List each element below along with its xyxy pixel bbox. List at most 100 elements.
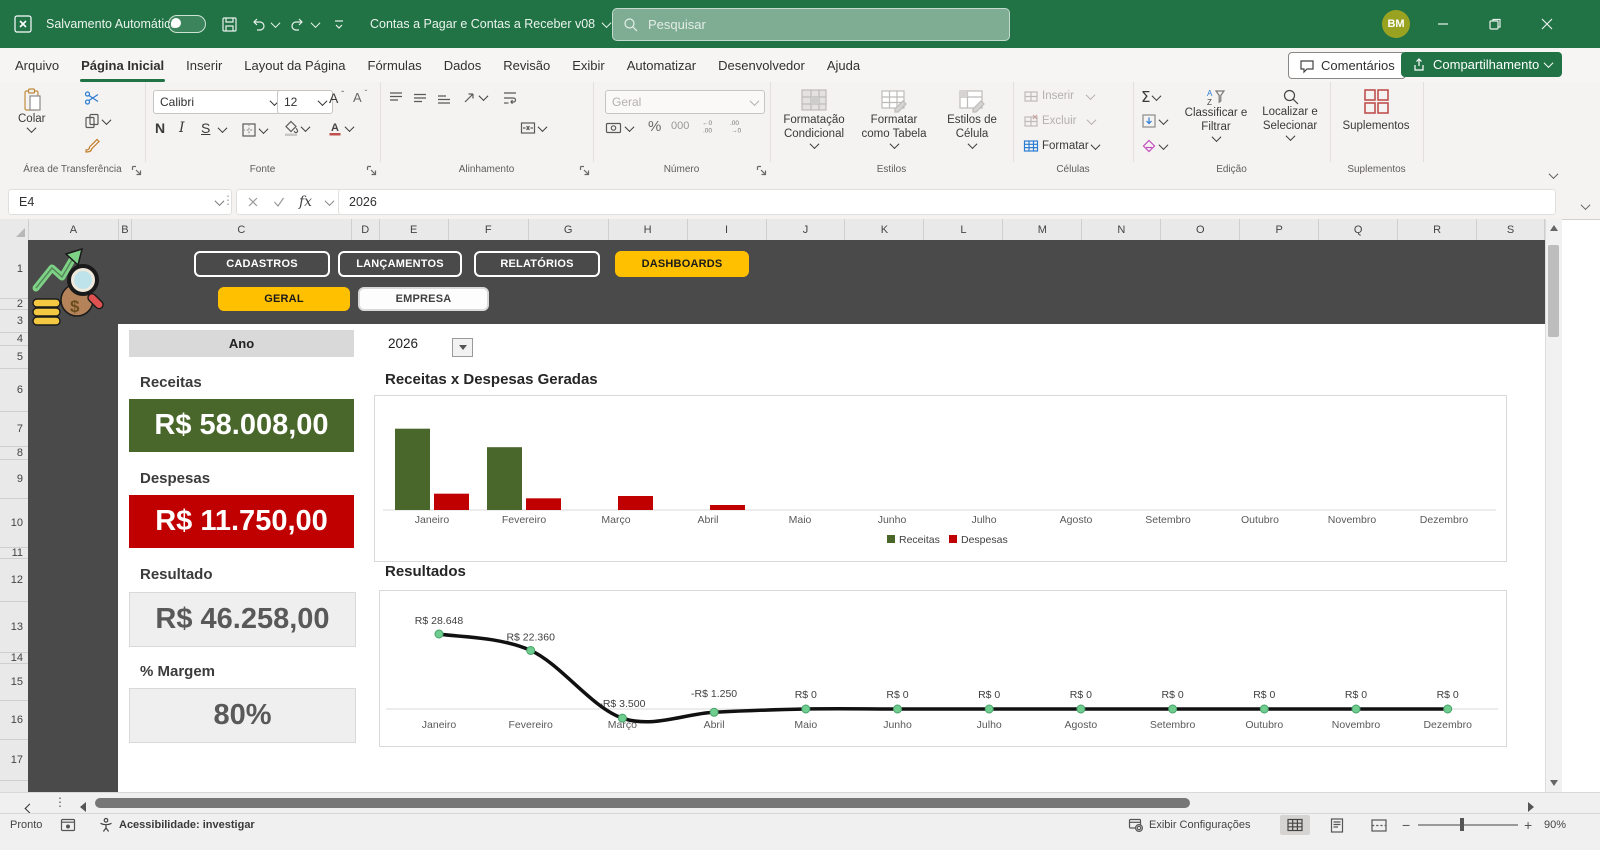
page-break-view-button[interactable] <box>1364 815 1394 835</box>
alignment-dialog-launcher-icon[interactable] <box>579 165 590 176</box>
subnav-button-geral[interactable]: GERAL <box>218 287 350 311</box>
orientation-button[interactable] <box>462 90 487 105</box>
display-settings-button[interactable]: Exibir Configurações <box>1128 814 1251 836</box>
format-as-table-button[interactable]: Formatar como Tabela <box>856 88 932 149</box>
column-header-M[interactable]: M <box>1003 219 1082 240</box>
cell-styles-button[interactable]: Estilos de Célula <box>934 88 1010 149</box>
menu-tab-página-inicial[interactable]: Página Inicial <box>70 48 175 82</box>
avatar[interactable]: BM <box>1382 10 1410 38</box>
copy-button[interactable] <box>84 113 110 129</box>
row-header-4[interactable]: 4 <box>0 333 28 346</box>
menu-tab-revisão[interactable]: Revisão <box>492 48 561 82</box>
row-header-11[interactable]: 11 <box>0 548 28 559</box>
menu-tab-dados[interactable]: Dados <box>433 48 493 82</box>
font-size-select[interactable]: 12 <box>277 90 333 114</box>
share-button[interactable]: Compartilhamento <box>1401 52 1562 77</box>
column-header-P[interactable]: P <box>1240 219 1319 240</box>
column-header-H[interactable]: H <box>609 219 688 240</box>
addins-button[interactable]: Suplementos <box>1340 88 1412 133</box>
row-header-17[interactable]: 17 <box>0 740 28 781</box>
horizontal-scroll-thumb[interactable] <box>95 798 1190 808</box>
row-header-2[interactable]: 2 <box>0 299 28 310</box>
column-header-F[interactable]: F <box>449 219 529 240</box>
column-header-Q[interactable]: Q <box>1319 219 1398 240</box>
borders-button[interactable] <box>241 122 267 138</box>
number-dialog-launcher-icon[interactable] <box>756 165 767 176</box>
redo-dropdown-chevron[interactable] <box>312 0 319 48</box>
row-header-8[interactable]: 8 <box>0 447 28 460</box>
accounting-format-button[interactable] <box>605 120 633 136</box>
align-middle-icon[interactable] <box>412 90 428 105</box>
scroll-up-arrow[interactable] <box>1550 225 1558 231</box>
column-header-E[interactable]: E <box>380 219 449 240</box>
undo-dropdown-chevron[interactable] <box>272 0 279 48</box>
decrease-decimal-icon[interactable]: .00→0 <box>729 118 745 134</box>
increase-decimal-icon[interactable]: ←0.00 <box>701 118 717 134</box>
row-header-13[interactable]: 13 <box>0 602 28 653</box>
normal-view-button[interactable] <box>1280 815 1310 835</box>
increase-font-icon[interactable]: Aˆ <box>329 90 344 106</box>
column-header-A[interactable]: A <box>29 219 119 240</box>
format-painter-button[interactable] <box>84 136 101 153</box>
save-button[interactable] <box>221 0 238 48</box>
nav-button-cadastros[interactable]: CADASTROS <box>194 251 330 277</box>
row-header-14[interactable]: 14 <box>0 653 28 664</box>
nav-button-lançamentos[interactable]: LANÇAMENTOS <box>338 251 462 277</box>
row-header-3[interactable]: 3 <box>0 310 28 333</box>
column-header-O[interactable]: O <box>1161 219 1240 240</box>
select-all-corner[interactable] <box>0 219 29 240</box>
minimize-button[interactable] <box>1420 0 1466 48</box>
column-header-S[interactable]: S <box>1477 219 1545 240</box>
row-header-6[interactable]: 6 <box>0 369 28 412</box>
insert-function-icon[interactable]: fx <box>299 194 312 210</box>
zoom-slider-handle[interactable] <box>1460 818 1464 831</box>
search-box[interactable] <box>612 8 1010 41</box>
autosave-toggle[interactable] <box>168 0 206 48</box>
menu-tab-fórmulas[interactable]: Fórmulas <box>357 48 433 82</box>
close-button[interactable] <box>1524 0 1570 48</box>
paste-button[interactable]: Colar <box>18 88 45 133</box>
macro-record-icon[interactable] <box>60 814 76 836</box>
vertical-scroll-thumb[interactable] <box>1548 245 1559 337</box>
autosum-button[interactable]: Σ <box>1141 88 1160 106</box>
undo-button[interactable] <box>250 0 266 48</box>
zoom-level[interactable]: 90% <box>1544 814 1566 836</box>
clear-button[interactable] <box>1141 138 1167 154</box>
column-header-G[interactable]: G <box>529 219 609 240</box>
italic-button[interactable]: I <box>179 120 185 136</box>
delete-cells-button[interactable]: Excluir <box>1023 113 1095 129</box>
wrap-text-button[interactable] <box>502 90 518 106</box>
row-header-16[interactable]: 16 <box>0 701 28 740</box>
align-bottom-icon[interactable] <box>436 90 452 105</box>
quick-access-customize-icon[interactable] <box>332 0 346 48</box>
align-top-icon[interactable] <box>388 90 404 104</box>
percent-style-button[interactable]: % <box>648 118 661 135</box>
accessibility-status[interactable]: Acessibilidade: investigar <box>98 814 255 836</box>
vertical-scrollbar[interactable] <box>1545 219 1562 792</box>
column-header-J[interactable]: J <box>767 219 846 240</box>
conditional-formatting-button[interactable]: Formatação Condicional <box>776 88 852 149</box>
fill-button[interactable] <box>1141 113 1167 129</box>
zoom-in-button[interactable]: + <box>1524 814 1532 836</box>
column-header-N[interactable]: N <box>1082 219 1161 240</box>
underline-dropdown-chevron[interactable] <box>219 126 226 133</box>
page-layout-view-button[interactable] <box>1322 815 1352 835</box>
comments-button[interactable]: Comentários <box>1288 52 1406 79</box>
subnav-button-empresa[interactable]: EMPRESA <box>358 287 489 311</box>
menu-tab-exibir[interactable]: Exibir <box>561 48 616 82</box>
formula-input[interactable] <box>338 189 1556 215</box>
ribbon-collapse-chevron[interactable] <box>1550 166 1557 184</box>
bar-chart[interactable]: JaneiroFevereiroMarçoAbrilMaioJunhoJulho… <box>374 395 1507 562</box>
column-header-K[interactable]: K <box>845 219 924 240</box>
column-header-L[interactable]: L <box>924 219 1003 240</box>
sheet-tabs-menu-icon[interactable]: ⋮ <box>54 795 66 809</box>
format-cells-button[interactable]: Formatar <box>1023 138 1099 154</box>
row-header-10[interactable]: 10 <box>0 499 28 548</box>
row-header-12[interactable]: 12 <box>0 559 28 602</box>
menu-tab-desenvolvedor[interactable]: Desenvolvedor <box>707 48 816 82</box>
cancel-entry-icon[interactable] <box>247 196 259 208</box>
year-dropdown[interactable] <box>452 338 473 357</box>
zoom-out-button[interactable]: − <box>1402 814 1410 836</box>
name-box[interactable] <box>8 189 232 215</box>
fill-color-button[interactable] <box>283 120 309 137</box>
